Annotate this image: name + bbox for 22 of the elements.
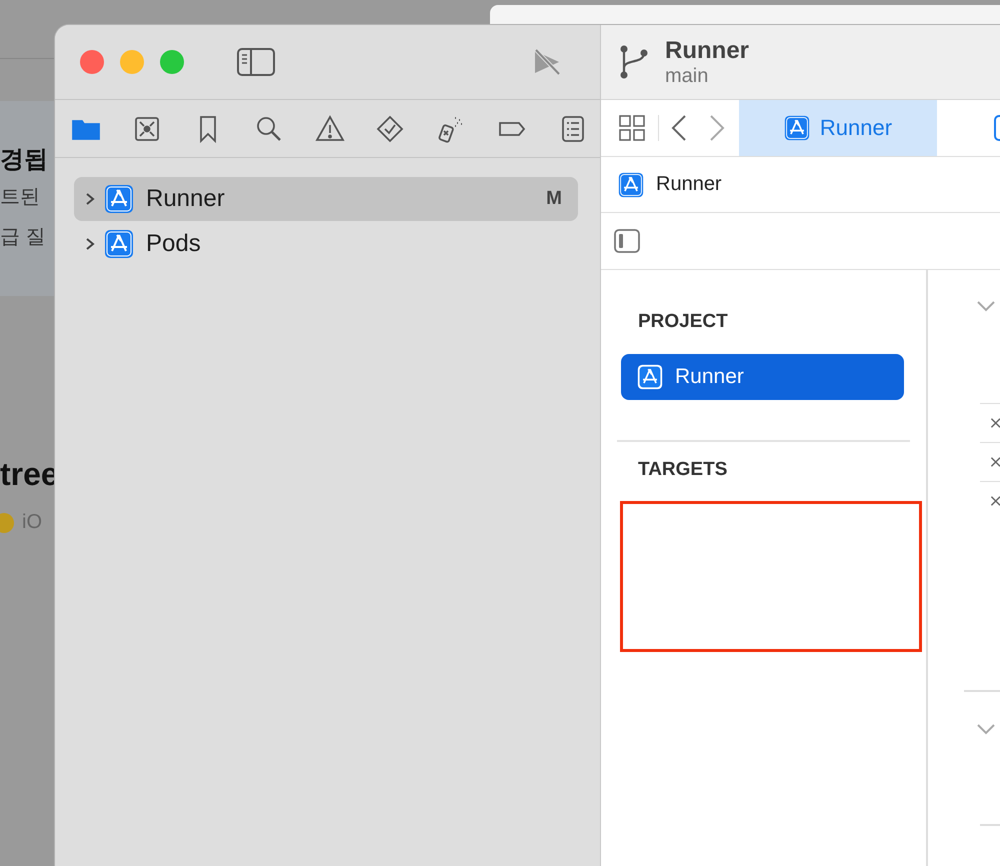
jump-bar-item[interactable]: Runner: [618, 172, 722, 198]
sidebar-toggle-icon[interactable]: [236, 47, 276, 77]
section-heading: PROJECT: [637, 310, 729, 334]
page-text: 급 질: [0, 225, 47, 250]
branch-icon: [619, 44, 649, 80]
tree-item[interactable]: Runner M: [74, 177, 578, 221]
tree-label: Pods: [146, 230, 201, 258]
tree-label: Runner: [146, 185, 225, 213]
branch-name: main: [665, 64, 710, 88]
page-text: 트된: [0, 185, 41, 210]
warning-tab[interactable]: [314, 114, 344, 144]
test-tab[interactable]: [375, 114, 406, 144]
sidebar-toggle-icon[interactable]: [613, 228, 641, 254]
page-heading: 경됩: [0, 145, 49, 175]
disclosure-icon[interactable]: [84, 192, 96, 206]
section-heading: TARGETS: [637, 458, 728, 482]
project-item[interactable]: Runner: [621, 354, 904, 400]
status-letter: M: [546, 188, 562, 210]
tree-item[interactable]: Pods: [74, 222, 578, 266]
disclosure-icon[interactable]: [84, 237, 96, 251]
scheme-title: Runner: [665, 36, 749, 64]
grid-icon[interactable]: [618, 114, 646, 142]
